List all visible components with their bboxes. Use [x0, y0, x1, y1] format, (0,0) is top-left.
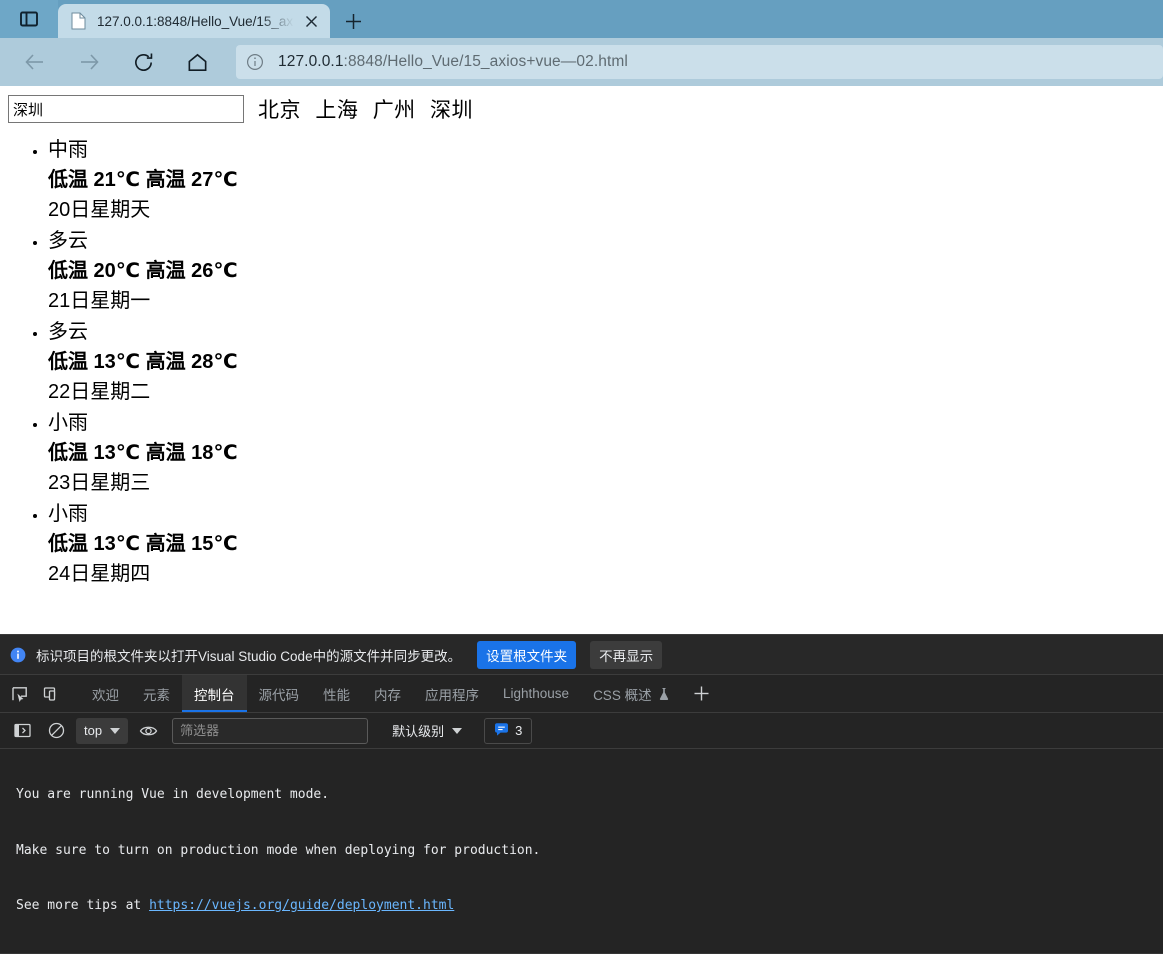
- url-path: :8848/Hello_Vue/15_axios+vue—02.html: [343, 53, 628, 70]
- device-toolbar-icon[interactable]: [36, 675, 68, 712]
- tab-elements[interactable]: 元素: [131, 675, 182, 712]
- weather-date: 23日星期三: [48, 472, 151, 494]
- devtools-panel: 标识项目的根文件夹以打开Visual Studio Code中的源文件并同步更改…: [0, 634, 1163, 954]
- notification-text: 标识项目的根文件夹以打开Visual Studio Code中的源文件并同步更改…: [36, 648, 462, 664]
- tab-css-overview[interactable]: CSS 概述: [581, 675, 682, 712]
- warning-line-text: See more tips at: [16, 898, 150, 913]
- console-sidebar-icon[interactable]: [8, 718, 36, 744]
- tab-title: 127.0.0.1:8848/Hello_Vue/15_axios: [97, 13, 296, 29]
- level-label: 默认级别: [392, 724, 445, 739]
- toolbar-divider: [68, 675, 80, 712]
- weather-type: 多云: [48, 230, 88, 252]
- home-icon[interactable]: [176, 43, 218, 81]
- tab-label: 元素: [143, 687, 170, 703]
- filter-input[interactable]: [172, 717, 369, 744]
- list-item: 多云 低温 13℃ 高温 28℃ 22日星期二: [48, 318, 1155, 409]
- arrow-left-icon[interactable]: [14, 43, 56, 81]
- list-item: 中雨 低温 21℃ 高温 27℃ 20日星期天: [48, 136, 1155, 227]
- list-item: 多云 低温 20℃ 高温 26℃ 21日星期一: [48, 227, 1155, 318]
- info-circle-icon[interactable]: [246, 53, 264, 71]
- tab-label: 应用程序: [425, 687, 479, 703]
- weather-temp: 低温 13℃ 高温 28℃: [48, 351, 238, 373]
- issues-count: 3: [515, 723, 523, 738]
- search-input[interactable]: [8, 95, 244, 123]
- context-label: top: [84, 723, 103, 738]
- set-root-folder-button[interactable]: 设置根文件夹: [477, 640, 577, 669]
- city-search-row: 北京 上海 广州 深圳: [8, 94, 1155, 124]
- page-body: 北京 上海 广州 深圳 中雨 低温 21℃ 高温 27℃ 20日星期天 多云 低…: [0, 86, 1163, 591]
- city-link-1[interactable]: 上海: [315, 99, 358, 122]
- tab-welcome[interactable]: 欢迎: [80, 675, 131, 712]
- warning-line: Make sure to turn on production mode whe…: [16, 842, 541, 858]
- console-output[interactable]: You are running Vue in development mode.…: [0, 749, 1163, 954]
- forecast-list: 中雨 低温 21℃ 高温 27℃ 20日星期天 多云 低温 20℃ 高温 26℃…: [8, 136, 1155, 591]
- reload-icon[interactable]: [122, 43, 164, 81]
- url-text: 127.0.0.1:8848/Hello_Vue/15_axios+vue—02…: [278, 53, 628, 71]
- tab-sources[interactable]: 源代码: [247, 675, 312, 712]
- flask-icon: [658, 687, 670, 701]
- tab-label: 性能: [323, 687, 350, 703]
- vue-deployment-link[interactable]: https://vuejs.org/guide/deployment.html: [149, 898, 454, 913]
- url-host: 127.0.0.1: [278, 53, 344, 70]
- tab-strip: 127.0.0.1:8848/Hello_Vue/15_axios: [0, 0, 1163, 38]
- chevron-down-icon: [110, 727, 121, 734]
- tab-label: Lighthouse: [503, 686, 570, 701]
- city-link-3[interactable]: 深圳: [430, 99, 473, 122]
- issues-bubble-icon: [494, 722, 509, 740]
- tab-label: 源代码: [258, 687, 300, 703]
- weather-date: 22日星期二: [48, 381, 151, 403]
- weather-type: 多云: [48, 321, 88, 343]
- tab-lighthouse[interactable]: Lighthouse: [491, 675, 581, 712]
- weather-temp: 低温 21℃ 高温 27℃: [48, 169, 238, 191]
- city-link-2[interactable]: 广州: [373, 99, 416, 122]
- address-bar[interactable]: 127.0.0.1:8848/Hello_Vue/15_axios+vue—02…: [236, 45, 1163, 79]
- weather-type: 中雨: [48, 139, 88, 161]
- tab-application[interactable]: 应用程序: [413, 675, 491, 712]
- execution-context-select[interactable]: top: [76, 717, 129, 744]
- log-level-select[interactable]: 默认级别: [384, 718, 470, 744]
- weather-type: 小雨: [48, 412, 88, 434]
- navigation-toolbar: 127.0.0.1:8848/Hello_Vue/15_axios+vue—02…: [0, 38, 1163, 86]
- tab-console[interactable]: 控制台: [182, 675, 247, 712]
- tab-label: 控制台: [194, 687, 235, 703]
- devtools-notification-bar: 标识项目的根文件夹以打开Visual Studio Code中的源文件并同步更改…: [0, 635, 1163, 675]
- tab-label: 内存: [374, 687, 401, 703]
- clear-console-icon[interactable]: [42, 718, 70, 744]
- weather-type: 小雨: [48, 503, 88, 525]
- sidebar-panel-icon[interactable]: [0, 0, 58, 38]
- weather-temp: 低温 13℃ 高温 18℃: [48, 442, 238, 464]
- warning-line-with-link: See more tips at https://vuejs.org/guide…: [16, 897, 1163, 916]
- new-tab-button[interactable]: [332, 4, 374, 38]
- console-toolbar: top 默认级别: [0, 713, 1163, 749]
- list-item: 小雨 低温 13℃ 高温 15℃ 24日星期四: [48, 500, 1155, 591]
- weather-temp: 低温 13℃ 高温 15℃: [48, 533, 238, 555]
- dont-show-again-button[interactable]: 不再显示: [590, 640, 663, 669]
- tab-memory[interactable]: 内存: [362, 675, 413, 712]
- weather-date: 20日星期天: [48, 199, 151, 221]
- page-viewport: 北京 上海 广州 深圳 中雨 低温 21℃ 高温 27℃ 20日星期天 多云 低…: [0, 86, 1163, 634]
- weather-temp: 低温 20℃ 高温 26℃: [48, 260, 238, 282]
- close-icon[interactable]: [298, 8, 324, 34]
- warning-line: You are running Vue in development mode.: [16, 787, 330, 802]
- inspect-element-icon[interactable]: [4, 675, 36, 712]
- arrow-right-icon[interactable]: [68, 43, 110, 81]
- city-link-0[interactable]: 北京: [258, 99, 301, 122]
- issues-badge[interactable]: 3: [484, 717, 533, 744]
- chevron-down-icon: [452, 727, 463, 734]
- tab-performance[interactable]: 性能: [311, 675, 362, 712]
- city-links: 北京 上海 广州 深圳: [258, 94, 473, 124]
- live-expression-icon[interactable]: [134, 718, 162, 744]
- console-vue-warning: You are running Vue in development mode.…: [0, 749, 1163, 953]
- info-icon: [10, 647, 26, 663]
- plus-icon[interactable]: [682, 675, 722, 712]
- tab-label: 欢迎: [92, 687, 119, 703]
- weather-date: 24日星期四: [48, 563, 151, 585]
- list-item: 小雨 低温 13℃ 高温 18℃ 23日星期三: [48, 409, 1155, 500]
- browser-window: 127.0.0.1:8848/Hello_Vue/15_axios 127.0.…: [0, 0, 1163, 954]
- weather-date: 21日星期一: [48, 290, 151, 312]
- browser-tab[interactable]: 127.0.0.1:8848/Hello_Vue/15_axios: [58, 4, 330, 38]
- devtools-tab-bar: 欢迎 元素 控制台 源代码 性能 内存 应用程序 Lighthouse CSS …: [0, 675, 1163, 713]
- tab-label: CSS 概述: [593, 687, 652, 703]
- document-icon: [70, 12, 87, 30]
